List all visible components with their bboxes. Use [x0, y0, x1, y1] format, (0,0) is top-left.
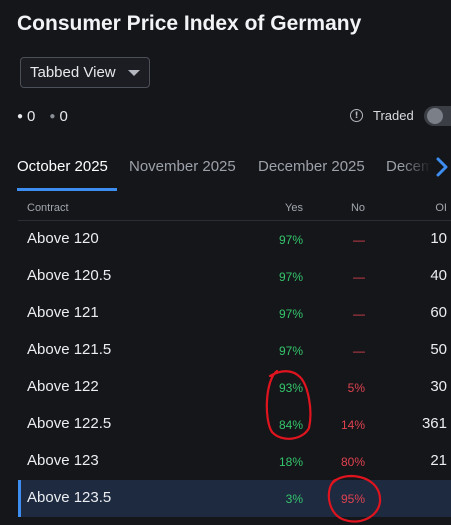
contract-cell: Above 123.5 — [27, 489, 112, 506]
oi-cell: 10 — [430, 230, 447, 247]
caret-down-icon — [128, 70, 140, 76]
table-row[interactable]: Above 121 97% — 60 — [18, 295, 451, 332]
table-row[interactable]: Above 122 93% 5% 30 — [18, 369, 451, 406]
market-page: Consumer Price Index of Germany Tabbed V… — [0, 0, 451, 525]
table-row[interactable]: Above 121.5 97% — 50 — [18, 332, 451, 369]
no-cell[interactable]: — — [353, 307, 365, 321]
header-oi: OI — [435, 202, 447, 214]
no-cell[interactable]: — — [353, 233, 365, 247]
oi-cell: 50 — [430, 341, 447, 358]
table-body: Above 120 97% — 10 Above 120.5 97% — 40 … — [18, 221, 451, 517]
view-select-value: Tabbed View — [30, 64, 116, 81]
yes-cell[interactable]: 3% — [286, 492, 303, 506]
no-cell[interactable]: 5% — [348, 381, 365, 395]
traded-toggle[interactable] — [424, 106, 451, 126]
table-row[interactable]: Above 122.5 84% 14% 361 — [18, 406, 451, 443]
yes-cell[interactable]: 97% — [279, 270, 303, 284]
chevron-right-icon[interactable] — [433, 154, 451, 180]
no-cell[interactable]: 14% — [341, 418, 365, 432]
tab-october-2025[interactable]: October 2025 — [17, 158, 108, 175]
active-tab-indicator — [17, 188, 117, 191]
traded-filter: ! Traded — [350, 108, 414, 123]
table-row[interactable]: Above 123 18% 80% 21 — [18, 443, 451, 480]
table-row[interactable]: Above 120 97% — 10 — [18, 221, 451, 258]
no-cell[interactable]: 80% — [341, 455, 365, 469]
header-no: No — [350, 202, 365, 214]
oi-cell: 30 — [430, 378, 447, 395]
info-circle-icon[interactable]: ! — [350, 109, 363, 122]
no-cell[interactable]: — — [353, 270, 365, 284]
contract-cell: Above 121.5 — [27, 341, 112, 358]
header-contract: Contract — [27, 202, 69, 214]
yes-cell[interactable]: 97% — [279, 307, 303, 321]
oi-cell: 21 — [430, 452, 447, 469]
count-item: ● 0 — [17, 108, 36, 125]
contracts-table: Contract Yes No OI Above 120 97% — 10 Ab… — [18, 195, 451, 517]
tab-december-2025[interactable]: December 2025 — [258, 158, 365, 175]
tab-november-2025[interactable]: November 2025 — [129, 158, 236, 175]
contract-cell: Above 123 — [27, 452, 99, 469]
toggle-knob — [427, 108, 443, 124]
oi-cell: 40 — [430, 267, 447, 284]
table-row[interactable]: Above 120.5 97% — 40 — [18, 258, 451, 295]
no-cell[interactable]: 95% — [341, 492, 365, 506]
contract-cell: Above 120.5 — [27, 267, 112, 284]
month-tabs: October 2025 November 2025 December 2025… — [0, 146, 451, 192]
contract-cell: Above 122.5 — [27, 415, 112, 432]
count-item: ● 0 — [49, 108, 68, 125]
contract-cell: Above 122 — [27, 378, 99, 395]
yes-cell[interactable]: 93% — [279, 381, 303, 395]
header-yes: Yes — [285, 202, 303, 214]
traded-label: Traded — [373, 108, 414, 123]
oi-cell: 361 — [421, 415, 447, 432]
view-select[interactable]: Tabbed View — [20, 57, 150, 88]
table-header: Contract Yes No OI — [18, 195, 451, 221]
yes-cell[interactable]: 84% — [279, 418, 303, 432]
yes-cell[interactable]: 97% — [279, 344, 303, 358]
no-cell[interactable]: — — [353, 344, 365, 358]
oi-cell: 60 — [430, 304, 447, 321]
table-row-selected[interactable]: Above 123.5 3% 95% — [18, 480, 451, 517]
page-title: Consumer Price Index of Germany — [17, 12, 362, 35]
yes-cell[interactable]: 18% — [279, 455, 303, 469]
position-counts: ● 0 ● 0 — [17, 108, 68, 125]
yes-cell[interactable]: 97% — [279, 233, 303, 247]
contract-cell: Above 120 — [27, 230, 99, 247]
contract-cell: Above 121 — [27, 304, 99, 321]
